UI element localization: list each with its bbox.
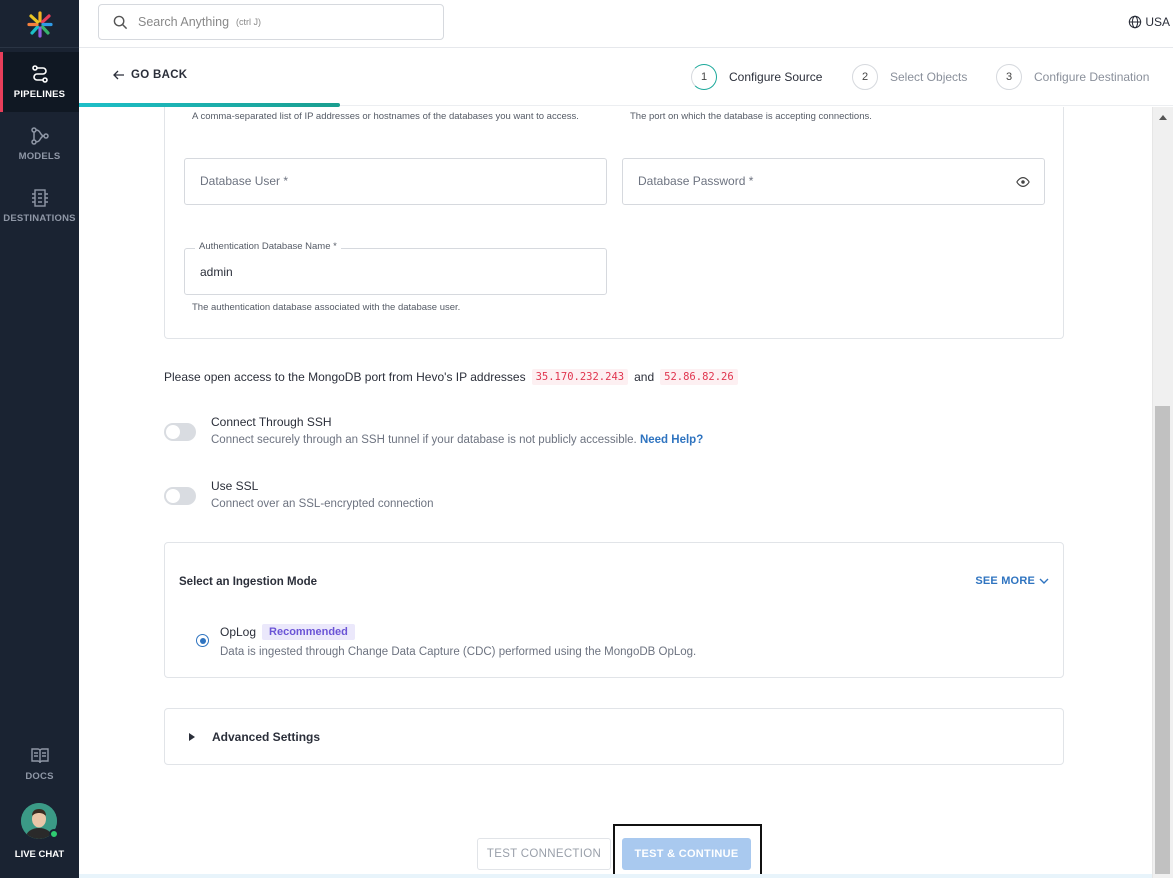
source-config-form: A comma-separated list of IP addresses o… (79, 107, 1152, 878)
top-bar: (ctrl J) USA (79, 0, 1173, 48)
hevo-logo-icon (26, 10, 53, 38)
online-status-dot (49, 829, 59, 839)
ssh-option: Connect Through SSH Connect securely thr… (164, 415, 703, 446)
globe-icon (1129, 15, 1142, 29)
chevron-down-icon (1039, 578, 1049, 584)
live-chat-label: LIVE CHAT (14, 849, 65, 860)
eye-icon[interactable] (1016, 175, 1030, 189)
database-password-placeholder: Database Password * (638, 174, 754, 188)
test-connection-button[interactable]: TEST CONNECTION (477, 838, 611, 870)
destinations-icon (31, 189, 48, 207)
auth-database-field[interactable]: Authentication Database Name * admin (184, 241, 607, 295)
ssh-need-help-link[interactable]: Need Help? (640, 434, 703, 446)
ssh-description: Connect securely through an SSH tunnel i… (211, 434, 703, 446)
search-shortcut-hint: (ctrl J) (236, 17, 261, 27)
ingestion-mode-title: Select an Ingestion Mode (179, 576, 318, 588)
ip-whitelist-text: Please open access to the MongoDB port f… (164, 370, 526, 384)
region-selector[interactable]: USA (1128, 15, 1170, 29)
ip-address-1: 35.170.232.243 (531, 369, 629, 385)
ssh-description-text: Connect securely through an SSH tunnel i… (211, 434, 637, 446)
step-select-objects: 2 Select Objects (852, 64, 967, 90)
step-number: 3 (996, 64, 1022, 90)
bottom-strip (79, 874, 1152, 878)
ip-and-text: and (634, 370, 655, 384)
ssl-title: Use SSL (211, 479, 259, 493)
step-number: 2 (852, 64, 878, 90)
database-user-placeholder: Database User * (200, 174, 289, 188)
recommended-badge: Recommended (262, 624, 355, 640)
wizard-header: GO BACK 1 Configure Source 2 Select Obje… (79, 48, 1173, 107)
auth-database-value: admin (200, 265, 233, 279)
search-input[interactable] (138, 15, 238, 29)
auth-database-label: Authentication Database Name * (195, 241, 341, 252)
oplog-radio[interactable] (196, 634, 209, 647)
book-icon (30, 748, 49, 764)
scroll-thumb[interactable] (1155, 406, 1170, 874)
pipelines-icon (31, 65, 48, 83)
oplog-description: Data is ingested through Change Data Cap… (220, 646, 697, 658)
live-chat-avatar[interactable] (21, 803, 59, 839)
sidebar-item-label: MODELS (18, 151, 61, 162)
oplog-label: OpLog (220, 625, 257, 639)
sidebar-item-models[interactable]: MODELS (0, 114, 79, 174)
sidebar-item-label: DESTINATIONS (3, 213, 76, 224)
step-label: Select Objects (890, 70, 968, 84)
global-search[interactable]: (ctrl J) (98, 4, 444, 40)
go-back-button[interactable]: GO BACK (113, 69, 187, 81)
sidebar-item-pipelines[interactable]: PIPELINES (0, 52, 79, 112)
ssl-option: Use SSL Connect over an SSL-encrypted co… (164, 479, 433, 510)
sidebar: PIPELINES MODELS DESTINATIONS DOCS LIVE … (0, 0, 79, 878)
ingestion-mode-card: Select an Ingestion Mode SEE MORE OpLog … (164, 542, 1064, 678)
search-icon (113, 15, 128, 29)
advanced-settings-label: Advanced Settings (212, 730, 321, 744)
vertical-scrollbar[interactable] (1152, 107, 1173, 878)
see-more-button[interactable]: SEE MORE (975, 575, 1049, 587)
sidebar-item-docs[interactable]: DOCS (0, 734, 79, 794)
step-number: 1 (691, 64, 717, 90)
see-more-label: SEE MORE (975, 575, 1035, 587)
hevo-logo[interactable] (0, 0, 79, 48)
models-icon (30, 127, 49, 145)
ssl-description: Connect over an SSL-encrypted connection (211, 498, 434, 510)
sidebar-item-label: PIPELINES (13, 89, 66, 100)
database-password-field[interactable]: Database Password * (622, 158, 1045, 205)
oplog-option[interactable]: OpLog Recommended (220, 624, 355, 640)
auth-database-help-text: The authentication database associated w… (192, 302, 461, 313)
scroll-up-arrow[interactable] (1159, 115, 1167, 120)
sidebar-item-label: DOCS (25, 771, 54, 782)
ssh-title: Connect Through SSH (211, 415, 332, 429)
connection-settings-card: A comma-separated list of IP addresses o… (164, 107, 1064, 339)
ip-address-2: 52.86.82.26 (660, 369, 738, 385)
database-user-field[interactable]: Database User * (184, 158, 607, 205)
caret-right-icon (189, 733, 195, 741)
ssl-toggle[interactable] (164, 487, 196, 505)
arrow-left-icon (113, 70, 124, 80)
go-back-label: GO BACK (131, 69, 188, 81)
hosts-help-text: A comma-separated list of IP addresses o… (192, 111, 579, 122)
step-label: Configure Source (729, 70, 823, 84)
focus-highlight-box (613, 824, 762, 876)
ip-whitelist-notice: Please open access to the MongoDB port f… (164, 369, 744, 385)
ssh-toggle[interactable] (164, 423, 196, 441)
sidebar-item-destinations[interactable]: DESTINATIONS (0, 176, 79, 236)
step-configure-source: 1 Configure Source (691, 64, 822, 90)
step-label: Configure Destination (1034, 70, 1150, 84)
advanced-settings-section[interactable]: Advanced Settings (164, 708, 1064, 765)
step-configure-destination: 3 Configure Destination (996, 64, 1149, 90)
region-label: USA (1145, 15, 1170, 29)
port-help-text: The port on which the database is accept… (630, 111, 872, 122)
